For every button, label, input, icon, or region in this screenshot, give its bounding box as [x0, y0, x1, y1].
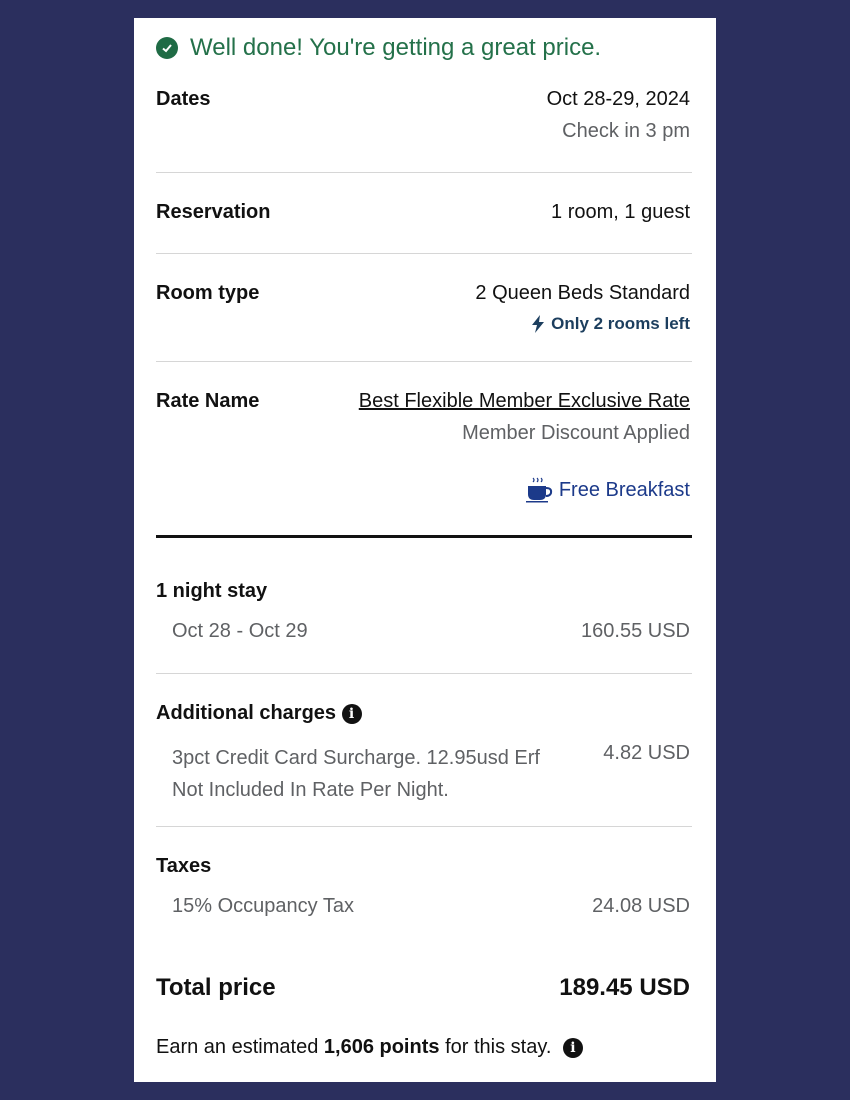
rate-name-link[interactable]: Best Flexible Member Exclusive Rate — [359, 390, 690, 413]
additional-charges-text: Additional charges — [156, 702, 337, 724]
reservation-row: Reservation 1 room, 1 guest — [156, 201, 690, 231]
reservation-value: 1 room, 1 guest — [551, 201, 690, 223]
dates-value: Oct 28-29, 2024 — [546, 88, 690, 110]
room-type-row: Room type 2 Queen Beds Standard Only 2 r… — [156, 282, 690, 342]
additional-charges-section: Additional charges i 3pct Credit Card Su… — [156, 702, 690, 802]
rate-row: Rate Name Best Flexible Member Exclusive… — [156, 390, 690, 510]
coffee-cup-icon — [525, 477, 552, 503]
check-in-time: Check in 3 pm — [562, 120, 690, 142]
rate-label: Rate Name — [156, 390, 260, 412]
divider — [156, 253, 692, 254]
room-type-value: 2 Queen Beds Standard — [475, 282, 690, 304]
additional-charges-desc: 3pct Credit Card Surcharge. 12.95usd Erf… — [172, 742, 540, 806]
stay-section: 1 night stay Oct 28 - Oct 29 160.55 USD — [156, 580, 690, 650]
room-type-label: Room type — [156, 282, 260, 304]
additional-charges-amount: 4.82 USD — [603, 742, 690, 764]
total-row: Total price 189.45 USD — [156, 974, 690, 1006]
divider — [156, 172, 692, 173]
desc-line-1: 3pct Credit Card Surcharge. 12.95usd Erf — [172, 747, 540, 769]
earn-suffix: for this stay. — [445, 1036, 552, 1058]
additional-charges-label: Additional charges i — [156, 702, 362, 725]
great-price-banner: Well done! You're getting a great price. — [156, 34, 601, 62]
dates-row: Dates Oct 28-29, 2024 Check in 3 pm — [156, 88, 690, 148]
divider — [156, 673, 692, 674]
dates-label: Dates — [156, 88, 211, 110]
tax-desc: 15% Occupancy Tax — [172, 895, 354, 917]
section-divider — [156, 535, 692, 538]
rooms-left-notice: Only 2 rooms left — [531, 314, 690, 334]
divider — [156, 826, 692, 827]
info-icon[interactable]: i — [341, 703, 362, 724]
price-summary-card: Well done! You're getting a great price.… — [134, 18, 716, 1082]
tax-amount: 24.08 USD — [592, 895, 690, 917]
member-discount-note: Member Discount Applied — [462, 422, 690, 444]
banner-text: Well done! You're getting a great price. — [190, 34, 602, 61]
check-circle-icon — [156, 37, 178, 59]
earn-points: 1,606 points — [323, 1036, 440, 1058]
info-icon[interactable]: i — [562, 1037, 583, 1058]
total-label: Total price — [156, 974, 276, 1001]
total-amount: 189.45 USD — [559, 974, 690, 1001]
earn-prefix: Earn an estimated — [156, 1036, 319, 1058]
lightning-icon — [532, 315, 545, 333]
taxes-section: Taxes 15% Occupancy Tax 24.08 USD — [156, 855, 690, 925]
divider — [156, 361, 692, 362]
stay-amount: 160.55 USD — [581, 620, 690, 642]
points-earn-note: Earn an estimated 1,606 points for this … — [156, 1036, 690, 1064]
free-breakfast-text: Free Breakfast — [558, 478, 690, 501]
rooms-left-text: Only 2 rooms left — [551, 314, 690, 333]
taxes-label: Taxes — [156, 855, 212, 877]
stay-label: 1 night stay — [156, 580, 268, 602]
desc-line-2: Not Included In Rate Per Night. — [172, 779, 449, 801]
free-breakfast-perk: Free Breakfast — [525, 476, 690, 504]
stay-dates: Oct 28 - Oct 29 — [172, 620, 308, 642]
reservation-label: Reservation — [156, 201, 271, 223]
